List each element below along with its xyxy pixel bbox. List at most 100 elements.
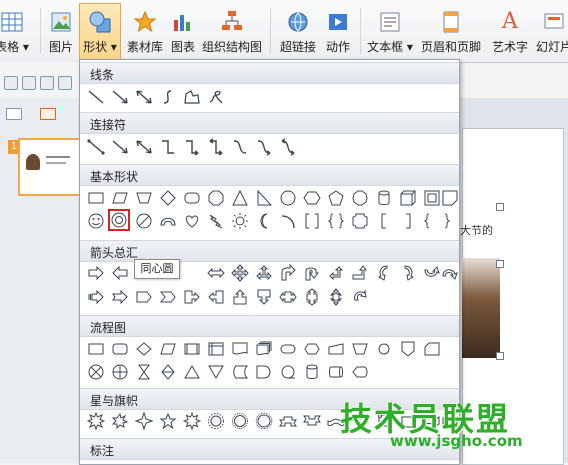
org-chart-button[interactable]: 组织结构图: [200, 4, 264, 60]
scribble-shape[interactable]: [206, 87, 226, 107]
star32-shape[interactable]: [254, 411, 274, 431]
explosion1-shape[interactable]: [86, 411, 106, 431]
flowchart-collate-shape[interactable]: [134, 362, 154, 382]
left-right-arrow-shape[interactable]: [206, 263, 226, 283]
donut-shape[interactable]: [108, 209, 130, 231]
down-ribbon-shape[interactable]: [302, 411, 322, 431]
trapezoid-shape[interactable]: [134, 188, 154, 208]
up-arrow-callout-shape[interactable]: [230, 287, 250, 307]
quad-arrow-callout-shape[interactable]: [326, 287, 346, 307]
elbow-double-arrow-connector-shape[interactable]: [206, 137, 226, 157]
curved-arrow-connector-shape[interactable]: [254, 137, 274, 157]
flowchart-delay-shape[interactable]: [254, 362, 274, 382]
smiley-face-shape[interactable]: [86, 211, 106, 231]
pentagon-shape[interactable]: [326, 188, 346, 208]
slide-thumbnail[interactable]: [18, 138, 82, 196]
down-arrow-callout-shape[interactable]: [254, 287, 274, 307]
flowchart-internal-storage-shape[interactable]: [206, 339, 226, 359]
up-down-arrow-callout-shape[interactable]: [302, 287, 322, 307]
print-icon[interactable]: [40, 76, 54, 90]
connector-double-arrow-shape[interactable]: [134, 137, 154, 157]
notched-right-arrow-shape[interactable]: [110, 287, 130, 307]
star4-shape[interactable]: [134, 411, 154, 431]
flowchart-manual-operation-shape[interactable]: [350, 339, 370, 359]
curved-left-arrow-shape[interactable]: [398, 263, 418, 283]
slides-tab-icon[interactable]: [40, 108, 56, 120]
rectangle-shape[interactable]: [86, 188, 106, 208]
explosion2-shape[interactable]: [110, 411, 130, 431]
hyperlink-button[interactable]: 超链接: [278, 4, 318, 60]
chevron-shape[interactable]: [158, 287, 178, 307]
flowchart-summing-junction-shape[interactable]: [86, 362, 106, 382]
curve-shape[interactable]: [158, 87, 178, 107]
freeform-shape[interactable]: [182, 87, 202, 107]
parallelogram-shape[interactable]: [110, 188, 130, 208]
cylinder-shape[interactable]: [374, 188, 394, 208]
folded-corner-shape[interactable]: [440, 188, 460, 208]
connector-arrow-shape[interactable]: [110, 137, 130, 157]
right-arrow-callout-shape[interactable]: [182, 287, 202, 307]
elbow-connector-shape[interactable]: [158, 137, 178, 157]
resize-handle[interactable]: [496, 260, 504, 268]
picture-button[interactable]: 图片: [44, 4, 78, 60]
left-bracket-shape[interactable]: [374, 211, 394, 231]
triangle-shape[interactable]: [230, 188, 250, 208]
striped-right-arrow-shape[interactable]: [86, 287, 106, 307]
flowchart-sort-shape[interactable]: [158, 362, 178, 382]
diamond-shape[interactable]: [158, 188, 178, 208]
header-footer-button[interactable]: 页眉和页脚: [418, 4, 484, 60]
flowchart-stored-data-shape[interactable]: [230, 362, 250, 382]
resize-handle[interactable]: [496, 352, 504, 360]
shapes-button[interactable]: 形状 ▾: [79, 3, 121, 61]
flowchart-terminator-shape[interactable]: [278, 339, 298, 359]
lightning-shape[interactable]: [206, 211, 226, 231]
star8-shape[interactable]: [182, 411, 202, 431]
left-up-arrow-shape[interactable]: [326, 263, 346, 283]
no-symbol-shape[interactable]: [134, 211, 154, 231]
block-arc-shape[interactable]: [158, 211, 178, 231]
slide-button[interactable]: 幻灯片: [532, 4, 568, 60]
flowchart-merge-shape[interactable]: [206, 362, 226, 382]
left-arrow-callout-shape[interactable]: [206, 287, 226, 307]
left-right-up-arrow-shape[interactable]: [254, 263, 274, 283]
open-icon[interactable]: [4, 76, 18, 90]
moon-shape[interactable]: [254, 211, 274, 231]
circular-arrow-shape[interactable]: [350, 287, 370, 307]
flowchart-data-shape[interactable]: [158, 339, 178, 359]
bent-arrow-shape[interactable]: [278, 263, 298, 283]
table-button[interactable]: 表格 ▾: [0, 4, 32, 60]
sun-shape[interactable]: [230, 211, 250, 231]
oval-shape[interactable]: [278, 188, 298, 208]
flowchart-magnetic-disk-shape[interactable]: [302, 362, 322, 382]
flowchart-display-shape[interactable]: [350, 362, 370, 382]
pentagon-arrow-shape[interactable]: [134, 287, 154, 307]
right-triangle-shape[interactable]: [254, 188, 274, 208]
double-brace-shape[interactable]: [326, 211, 346, 231]
cube-shape[interactable]: [398, 188, 418, 208]
curved-up-arrow-shape[interactable]: [422, 263, 442, 283]
flowchart-alternate-process-shape[interactable]: [110, 339, 130, 359]
star24-shape[interactable]: [230, 411, 250, 431]
bent-up-arrow-shape[interactable]: [350, 263, 370, 283]
star5-shape[interactable]: [158, 411, 178, 431]
preview-icon[interactable]: [58, 76, 72, 90]
octagon-shape[interactable]: [206, 188, 226, 208]
quad-arrow-shape[interactable]: [230, 263, 250, 283]
right-bracket-shape[interactable]: [398, 211, 418, 231]
flowchart-decision-shape[interactable]: [134, 339, 154, 359]
up-ribbon-shape[interactable]: [278, 411, 298, 431]
flowchart-document-shape[interactable]: [230, 339, 250, 359]
right-brace-shape[interactable]: [438, 211, 458, 231]
flowchart-preparation-shape[interactable]: [302, 339, 322, 359]
curved-double-arrow-connector-shape[interactable]: [278, 137, 298, 157]
frame-shape[interactable]: [422, 188, 442, 208]
action-button[interactable]: 动作: [322, 4, 354, 60]
rounded-rectangle-shape[interactable]: [182, 188, 202, 208]
textbox-button[interactable]: 文本框 ▾: [366, 4, 414, 60]
chart-button[interactable]: 图表: [166, 4, 200, 60]
curved-connector-shape[interactable]: [230, 137, 250, 157]
double-arrow-line-shape[interactable]: [134, 87, 154, 107]
save-icon[interactable]: [22, 76, 36, 90]
flowchart-process-shape[interactable]: [86, 339, 106, 359]
left-brace-shape[interactable]: [416, 211, 436, 231]
